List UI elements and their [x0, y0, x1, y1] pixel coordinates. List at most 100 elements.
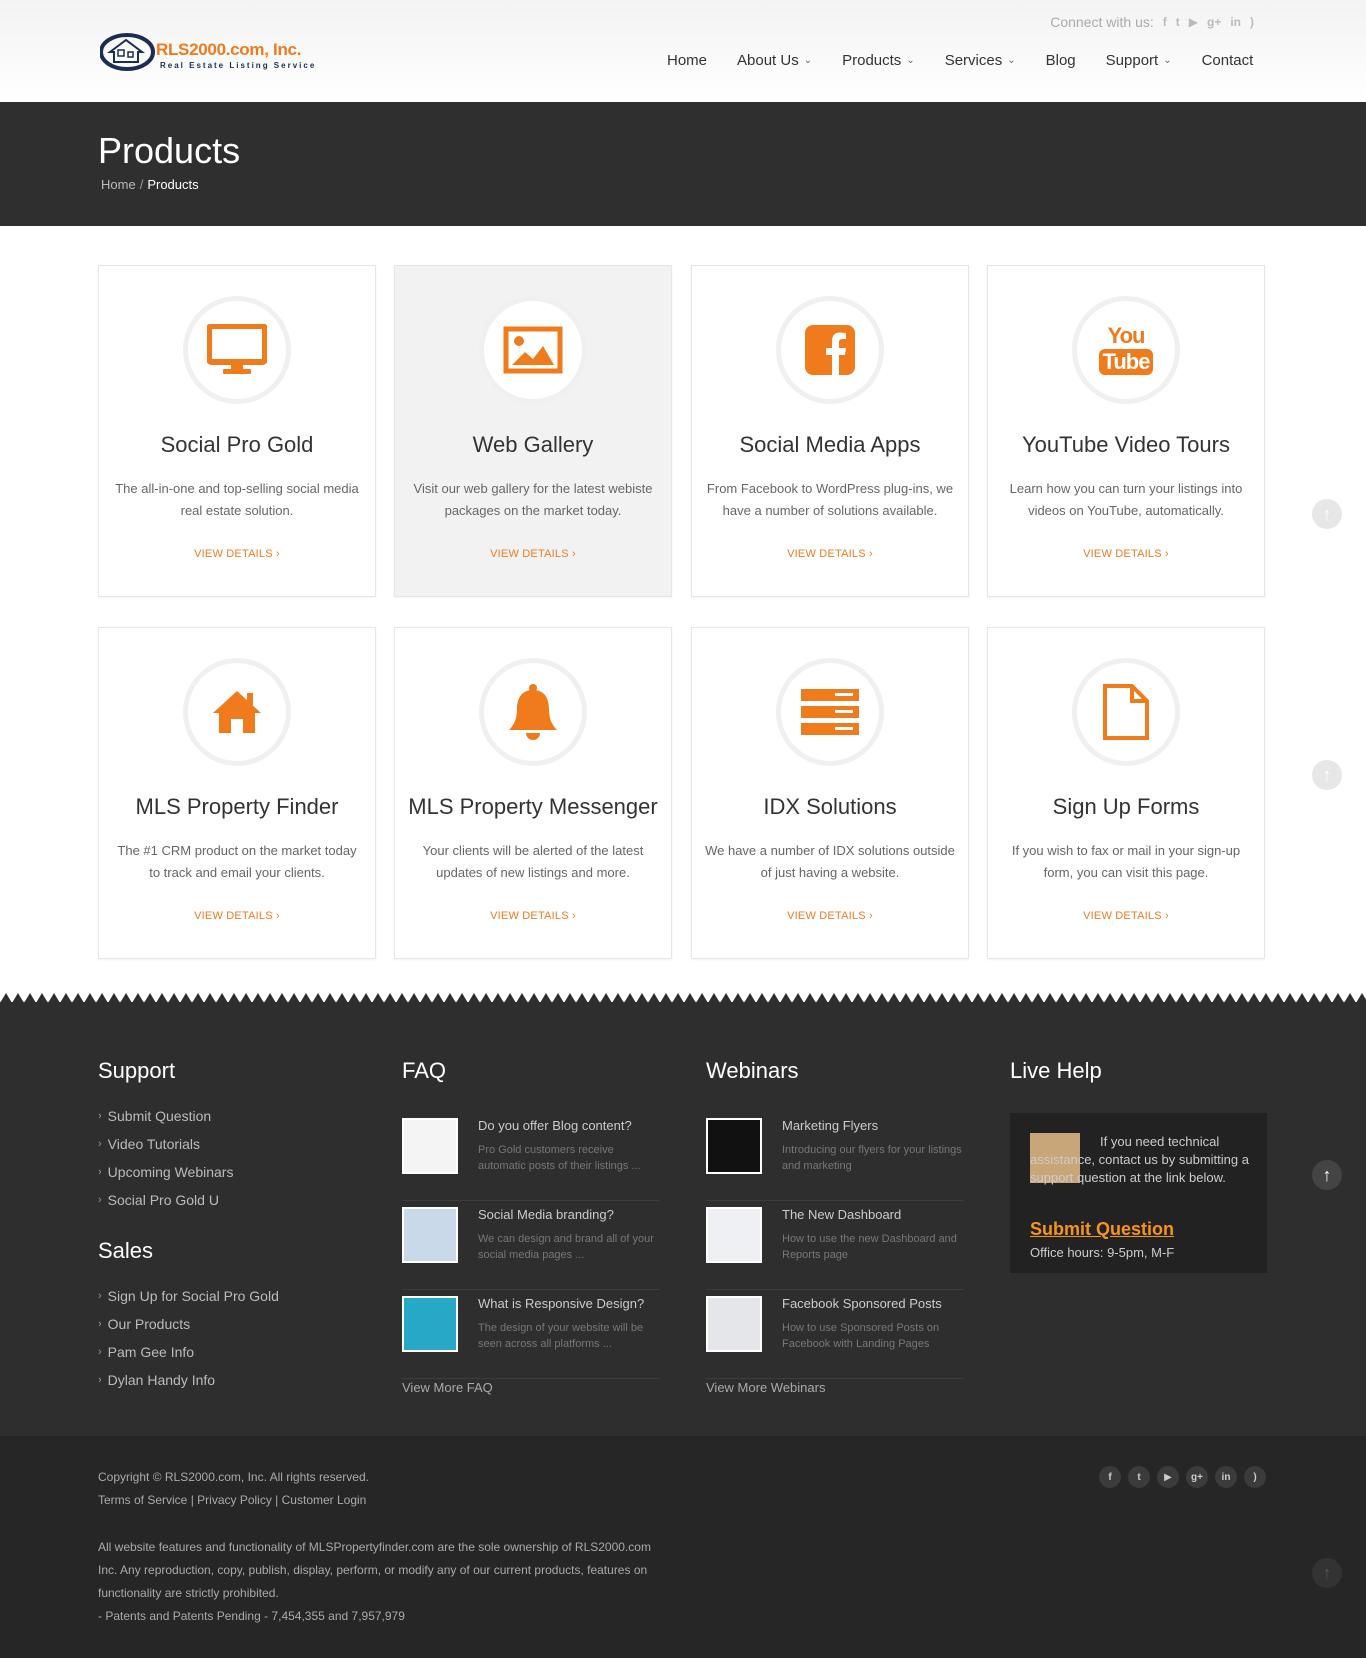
product-title: Social Media Apps	[739, 432, 921, 457]
linkedin-icon[interactable]: in	[1215, 1466, 1237, 1488]
chevron-down-icon: ⌄	[1163, 55, 1172, 66]
footer-link[interactable]: › Submit Question	[98, 1102, 279, 1130]
chevron-right-icon: ›	[98, 1110, 102, 1122]
footer-link[interactable]: › Dylan Handy Info	[98, 1366, 279, 1394]
faq-item[interactable]: What is Responsive Design? The design of…	[402, 1290, 660, 1379]
monitor-icon	[207, 324, 267, 374]
faq-item-description: We can design and brand all of your soci…	[478, 1233, 654, 1261]
webinar-item[interactable]: Marketing Flyers Introducing our flyers …	[706, 1112, 964, 1201]
nav-services[interactable]: Services ⌄	[930, 48, 1031, 73]
view-details-link[interactable]: VIEW DETAILS ›	[988, 910, 1264, 922]
webinar-item[interactable]: The New Dashboard How to use the new Das…	[706, 1201, 964, 1290]
youtube-icon[interactable]: ▶	[1189, 15, 1198, 29]
webinar-thumbnail	[706, 1207, 762, 1263]
nav-products[interactable]: Products ⌄	[827, 48, 930, 73]
facebook-icon[interactable]: f	[1163, 15, 1167, 29]
view-details-link[interactable]: VIEW DETAILS ›	[988, 548, 1264, 560]
webinar-thumbnail	[706, 1118, 762, 1174]
nav-support[interactable]: Support ⌄	[1091, 48, 1187, 73]
scroll-to-top-button[interactable]: ↑	[1312, 760, 1342, 790]
product-title: Web Gallery	[472, 432, 594, 457]
chevron-right-icon: ›	[98, 1166, 102, 1178]
product-card-social-media-apps[interactable]: Social Media Apps From Facebook to WordP…	[691, 265, 969, 597]
footer-link[interactable]: › Video Tutorials	[98, 1130, 279, 1158]
product-card-mls-property-messenger[interactable]: MLS Property Messenger Your clients will…	[394, 627, 672, 959]
footer-link[interactable]: › Upcoming Webinars	[98, 1158, 279, 1186]
twitter-icon[interactable]: t	[1128, 1466, 1150, 1488]
scroll-to-top-button[interactable]: ↑	[1312, 499, 1342, 529]
bell-icon	[509, 684, 557, 740]
nav-blog[interactable]: Blog	[1031, 48, 1091, 73]
webinar-item-title: Facebook Sponsored Posts	[782, 1296, 942, 1311]
nav-contact[interactable]: Contact	[1187, 48, 1269, 73]
icon-circle	[776, 658, 884, 766]
view-more-webinars-link[interactable]: View More Webinars	[706, 1380, 825, 1395]
privacy-link[interactable]: Privacy Policy	[197, 1493, 272, 1507]
product-card-web-gallery[interactable]: Web Gallery Visit our web gallery for th…	[394, 265, 672, 597]
facebook-icon[interactable]: f	[1099, 1466, 1121, 1488]
product-description: Your clients will be alerted of the late…	[422, 843, 644, 880]
product-card-sign-up-forms[interactable]: Sign Up Forms If you wish to fax or mail…	[987, 627, 1265, 959]
product-title: IDX Solutions	[763, 794, 897, 819]
patents-text: - Patents and Patents Pending - 7,454,35…	[98, 1609, 405, 1623]
view-more-faq-link[interactable]: View More FAQ	[402, 1380, 493, 1395]
legal-text: All website features and functionality o…	[98, 1540, 651, 1600]
twitter-icon[interactable]: t	[1176, 15, 1180, 29]
view-details-link[interactable]: VIEW DETAILS ›	[395, 910, 671, 922]
product-card-social-pro-gold[interactable]: Social Pro Gold The all-in-one and top-s…	[98, 265, 376, 597]
view-details-link[interactable]: VIEW DETAILS ›	[99, 548, 375, 560]
faq-item[interactable]: Do you offer Blog content? Pro Gold cust…	[402, 1112, 660, 1201]
logo-text: RLS2000.com, Inc.	[156, 40, 302, 59]
product-card-idx-solutions[interactable]: IDX Solutions We have a number of IDX so…	[691, 627, 969, 959]
office-hours: Office hours: 9-5pm, M-F	[1030, 1245, 1175, 1260]
live-help-text: If you need technical assistance, contac…	[1030, 1134, 1249, 1185]
customer-login-link[interactable]: Customer Login	[282, 1493, 367, 1507]
youtube-icon[interactable]: ▶	[1157, 1466, 1179, 1488]
chevron-down-icon: ⌄	[1007, 55, 1016, 66]
submit-question-link[interactable]: Submit Question	[1030, 1219, 1174, 1240]
footer-link[interactable]: › Sign Up for Social Pro Gold	[98, 1282, 279, 1310]
nav-home[interactable]: Home	[652, 48, 722, 73]
product-card-youtube-video-tours[interactable]: You Tube YouTube Video Tours Learn how y…	[987, 265, 1265, 597]
server-icon	[801, 689, 859, 735]
youtube-icon: You Tube	[1098, 325, 1154, 375]
footer-live-help-column: Live Help	[1010, 1058, 1102, 1084]
breadcrumb: Home / Products	[101, 177, 199, 192]
icon-circle	[479, 658, 587, 766]
footer-link[interactable]: › Our Products	[98, 1310, 279, 1338]
connect-label: Connect with us:	[1050, 14, 1154, 30]
icon-circle: You Tube	[1072, 296, 1180, 404]
webinar-item[interactable]: Facebook Sponsored Posts How to use Spon…	[706, 1290, 964, 1379]
rss-icon[interactable]: )	[1250, 15, 1254, 29]
faq-item[interactable]: Social Media branding? We can design and…	[402, 1201, 660, 1290]
view-details-link[interactable]: VIEW DETAILS ›	[395, 548, 671, 560]
footer-webinars-column: Webinars	[706, 1058, 799, 1084]
rss-icon[interactable]: )	[1244, 1466, 1266, 1488]
linkedin-icon[interactable]: in	[1230, 15, 1241, 29]
faq-item-description: Pro Gold customers receive automatic pos…	[478, 1144, 641, 1172]
scroll-to-top-button[interactable]: ↑	[1312, 1160, 1342, 1190]
arrow-up-icon: ↑	[1322, 1164, 1332, 1185]
webinar-item-title: Marketing Flyers	[782, 1118, 879, 1133]
icon-circle	[183, 658, 291, 766]
view-details-link[interactable]: VIEW DETAILS ›	[99, 910, 375, 922]
chevron-right-icon: ›	[98, 1138, 102, 1150]
nav-about-us[interactable]: About Us ⌄	[722, 48, 827, 73]
product-title: Social Pro Gold	[160, 432, 314, 457]
footer-link[interactable]: › Social Pro Gold U	[98, 1186, 279, 1214]
main-nav: Home About Us ⌄ Products ⌄ Services ⌄ Blog …	[652, 48, 1268, 73]
google-plus-icon[interactable]: g+	[1207, 15, 1221, 29]
page-title-band: Products Home / Products	[0, 102, 1366, 226]
view-details-link[interactable]: VIEW DETAILS ›	[692, 910, 968, 922]
bottom-bar: Copyright © RLS2000.com, Inc. All rights…	[0, 1436, 1366, 1658]
product-card-mls-property-finder[interactable]: MLS Property Finder The #1 CRM product o…	[98, 627, 376, 959]
scroll-to-top-button[interactable]: ↑	[1312, 1558, 1342, 1588]
breadcrumb-home[interactable]: Home	[101, 177, 136, 192]
site-logo[interactable]: RLS2000.com, Inc. Real Estate Listing Se…	[99, 32, 325, 74]
footer-link[interactable]: › Pam Gee Info	[98, 1338, 279, 1366]
terms-link[interactable]: Terms of Service	[98, 1493, 187, 1507]
logo-tagline: Real Estate Listing Service	[160, 61, 317, 70]
google-plus-icon[interactable]: g+	[1186, 1466, 1208, 1488]
view-details-link[interactable]: VIEW DETAILS ›	[692, 548, 968, 560]
chevron-right-icon: ›	[98, 1318, 102, 1330]
